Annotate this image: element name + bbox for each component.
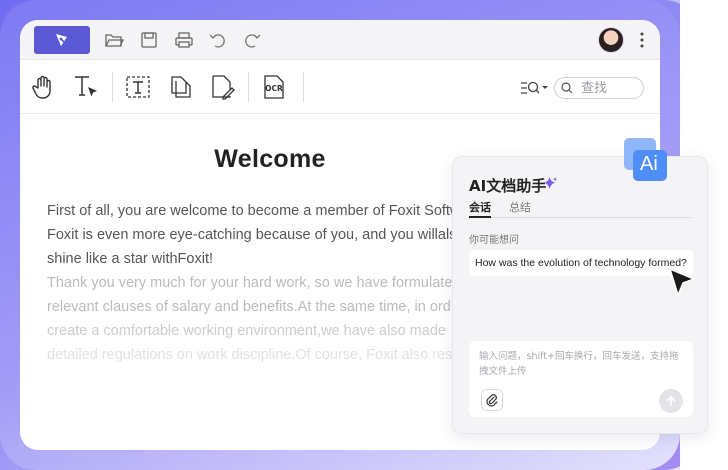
toolbar-separator (112, 72, 113, 102)
open-folder-icon[interactable] (104, 30, 124, 50)
more-options-icon[interactable] (634, 30, 650, 50)
tab-summary[interactable]: 总结 (509, 199, 531, 215)
document-paragraph: First of all, you are welcome to become … (47, 199, 467, 271)
ai-assistant-panel: AI文档助手 会话 总结 你可能想问 How was the evolution… (452, 156, 708, 434)
edit-page-icon[interactable] (208, 73, 236, 101)
ai-badge-label: Ai (640, 153, 658, 175)
suggested-question[interactable]: How was the evolution of technology form… (469, 250, 693, 276)
tool-ribbon: OCR (20, 60, 660, 114)
document-title: Welcome (214, 145, 326, 173)
user-avatar[interactable] (598, 27, 624, 53)
text-line: shine like a star withFoxit! (47, 251, 214, 267)
suggestion-label: 你可能想问 (469, 235, 519, 246)
toolbar-separator (303, 72, 304, 102)
app-logo-button[interactable] (34, 26, 90, 54)
ocr-icon[interactable]: OCR (260, 73, 288, 101)
hand-tool-icon[interactable] (30, 73, 58, 101)
text-box-icon[interactable] (124, 73, 152, 101)
text-line: relevant clauses of salary and benefits.… (47, 299, 451, 315)
ai-panel-title: AI文档助手 (469, 177, 547, 195)
send-button[interactable] (659, 389, 683, 413)
sparkle-icon (543, 176, 558, 190)
document-paragraph: Thank you very much for your hard work, … (47, 271, 467, 367)
mouse-cursor-icon (669, 268, 695, 296)
text-line: Thank you very much for your hard work, … (47, 275, 453, 291)
chat-input[interactable] (479, 349, 685, 385)
text-line: create a comfortable working environment… (47, 323, 446, 339)
text-line: First of all, you are welcome to become … (47, 203, 461, 219)
chat-input-box (469, 341, 693, 417)
search-icon (561, 82, 573, 94)
active-tab-indicator (469, 216, 491, 218)
select-text-icon[interactable] (72, 73, 100, 101)
attach-button[interactable] (481, 389, 503, 411)
search-options-icon[interactable] (520, 78, 550, 98)
text-line: Foxit is even more eye-catching because … (47, 227, 457, 243)
save-icon[interactable] (139, 30, 159, 50)
pen-logo-icon (56, 34, 69, 47)
redo-icon[interactable] (242, 30, 262, 50)
title-bar (20, 20, 660, 60)
ai-badge[interactable]: Ai (624, 138, 668, 182)
toolbar-separator (248, 72, 249, 102)
print-icon[interactable] (174, 30, 194, 50)
arrow-up-icon (666, 395, 676, 406)
svg-text:OCR: OCR (265, 84, 283, 93)
paperclip-icon (486, 394, 498, 407)
tabs-divider (469, 217, 691, 218)
text-line: detailed regulations on work discipline.… (47, 347, 453, 363)
tab-chat[interactable]: 会话 (469, 199, 491, 215)
undo-icon[interactable] (208, 30, 228, 50)
search-box[interactable] (554, 77, 644, 99)
pages-icon[interactable] (166, 73, 194, 101)
search-input[interactable] (581, 80, 637, 96)
